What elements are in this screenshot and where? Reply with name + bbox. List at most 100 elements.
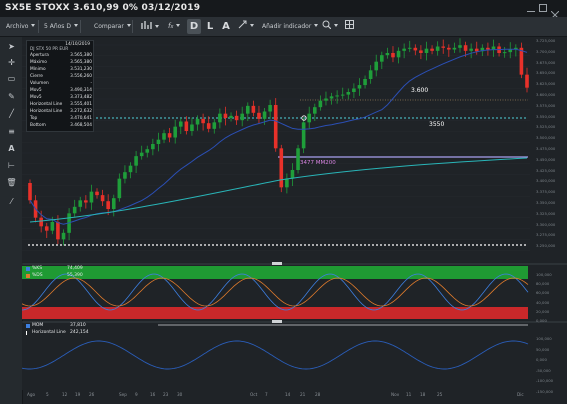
trendline-icon[interactable]: ╱ bbox=[6, 108, 17, 119]
x-axis-tick: 9 bbox=[135, 392, 138, 397]
stoch-ds-label: %DS 55,390 bbox=[26, 273, 83, 279]
x-axis-tick: Nov bbox=[391, 392, 400, 397]
line-button[interactable]: L bbox=[203, 19, 217, 34]
candle-body bbox=[89, 191, 94, 203]
info-row-label: Volumen bbox=[30, 81, 49, 86]
candle-body bbox=[357, 85, 362, 89]
candle-body bbox=[178, 121, 183, 127]
candle-body bbox=[201, 118, 205, 124]
candle-body bbox=[190, 124, 194, 131]
chart-canvas[interactable] bbox=[22, 37, 567, 404]
price-axis-tick: 3.300,000 bbox=[536, 221, 556, 227]
price-axis-tick: 3.450,000 bbox=[536, 156, 556, 162]
candle-body bbox=[447, 47, 451, 50]
candle-body bbox=[162, 133, 166, 140]
candle-body bbox=[100, 195, 105, 202]
candle-body bbox=[324, 98, 328, 101]
info-row-label: Horizontal Line bbox=[30, 102, 63, 107]
x-axis-tick: Ago bbox=[27, 392, 36, 397]
draw-tool-icon[interactable] bbox=[238, 20, 254, 33]
candle-body bbox=[218, 113, 222, 123]
candle-body bbox=[385, 53, 390, 56]
candle-body bbox=[50, 222, 55, 231]
candle-body bbox=[251, 105, 256, 113]
candle-body bbox=[262, 111, 267, 119]
candle-body bbox=[56, 222, 60, 240]
add-indicator-menu[interactable]: Añadir indicador bbox=[262, 20, 319, 33]
brush-icon[interactable]: ⁄ bbox=[6, 196, 17, 207]
text-icon[interactable]: A bbox=[6, 143, 17, 154]
info-row-value: 3.470,641 bbox=[70, 116, 92, 121]
price-axis-tick: 3.725,000 bbox=[536, 38, 556, 43]
candle-body bbox=[72, 206, 77, 214]
x-axis-tick: Oct bbox=[250, 392, 258, 397]
info-row-label: Cierre bbox=[30, 74, 43, 79]
info-row: Cierre 3.556,260 bbox=[30, 74, 92, 80]
pencil-icon[interactable]: ✎ bbox=[6, 91, 17, 102]
info-row-label: Mov5 bbox=[30, 95, 42, 100]
candle-body bbox=[245, 105, 250, 114]
info-date: 14/10/2019 bbox=[65, 42, 90, 47]
candle-body bbox=[290, 170, 295, 179]
window-controls bbox=[523, 2, 563, 20]
grid-icon[interactable] bbox=[345, 20, 354, 33]
candle-body bbox=[307, 113, 312, 123]
trash-icon[interactable]: 🗑 bbox=[6, 177, 17, 188]
measure-icon[interactable]: ⊢ bbox=[6, 160, 17, 171]
fibonacci-icon[interactable]: ≡ bbox=[6, 126, 17, 137]
x-axis-tick: 25 bbox=[437, 392, 443, 397]
rectangle-icon[interactable]: ▭ bbox=[6, 73, 17, 84]
price-axis-tick: 3.500,000 bbox=[536, 135, 556, 141]
price-axis-tick: 3.475,000 bbox=[536, 146, 556, 151]
text-button[interactable]: A bbox=[219, 19, 233, 34]
price-axis-tick: 3.250,000 bbox=[536, 243, 556, 249]
bar-chart-icon[interactable] bbox=[140, 20, 159, 33]
x-axis-tick: 12 bbox=[62, 392, 68, 397]
zoom-icon[interactable] bbox=[322, 20, 338, 33]
candle-body bbox=[156, 139, 161, 144]
candle-body bbox=[95, 191, 99, 196]
candle-body bbox=[352, 88, 356, 92]
info-row-label: Máximo bbox=[30, 60, 47, 65]
candle-body bbox=[206, 123, 211, 129]
price-pane bbox=[22, 37, 567, 263]
price-axis-tick: 3.600,000 bbox=[536, 92, 556, 97]
candle-body bbox=[39, 217, 43, 227]
level-3550-label: 3550 bbox=[429, 121, 445, 128]
candle-body bbox=[463, 45, 468, 51]
price-axis-tick: 3.325,000 bbox=[536, 210, 556, 216]
candle-body bbox=[419, 50, 423, 53]
info-row-value: 3.565,380 bbox=[70, 53, 92, 58]
info-row: Horizontal Line 3.272,632 bbox=[30, 109, 92, 115]
function-icon[interactable]: fx bbox=[168, 20, 181, 33]
close-icon[interactable] bbox=[550, 4, 560, 20]
candle-body bbox=[285, 178, 289, 188]
candle-body bbox=[223, 113, 228, 118]
candle-body bbox=[413, 47, 418, 51]
cursor-icon[interactable]: ➤ bbox=[6, 41, 17, 52]
minimize-icon[interactable] bbox=[527, 4, 535, 12]
comparar-menu[interactable]: Comparar bbox=[94, 20, 131, 33]
crosshair-icon[interactable]: ✛ bbox=[6, 57, 17, 68]
maximize-icon[interactable] bbox=[539, 4, 547, 12]
mom-axis-tick: -50,000 bbox=[536, 367, 551, 373]
draw-button[interactable]: D bbox=[187, 19, 201, 34]
candle-body bbox=[391, 53, 395, 58]
x-axis-tick: 19 bbox=[75, 392, 81, 397]
price-axis-tick: 3.425,000 bbox=[536, 167, 556, 173]
stoch-axis-tick: 100,000 bbox=[536, 272, 552, 277]
price-axis-tick: 3.700,000 bbox=[536, 48, 556, 54]
info-row-value: 3.555,401 bbox=[70, 102, 92, 107]
info-row-label: Apertura bbox=[30, 53, 49, 58]
candle-body bbox=[502, 52, 507, 54]
mom-axis-tick: -150,000 bbox=[536, 388, 554, 394]
stoch-axis-tick: 0,000 bbox=[536, 318, 547, 323]
archivo-menu[interactable]: Archivo bbox=[6, 20, 36, 33]
info-row-value: 3.468,504 bbox=[70, 123, 92, 128]
period-select[interactable]: 5 Años D bbox=[44, 20, 78, 33]
candle-body bbox=[84, 200, 88, 203]
price-axis-tick: 3.675,000 bbox=[536, 59, 556, 65]
stoch-axis-tick: 20,000 bbox=[536, 308, 550, 314]
info-row-value: 3.490,314 bbox=[70, 88, 92, 93]
info-row: Horizontal Line 3.555,401 bbox=[30, 102, 92, 108]
